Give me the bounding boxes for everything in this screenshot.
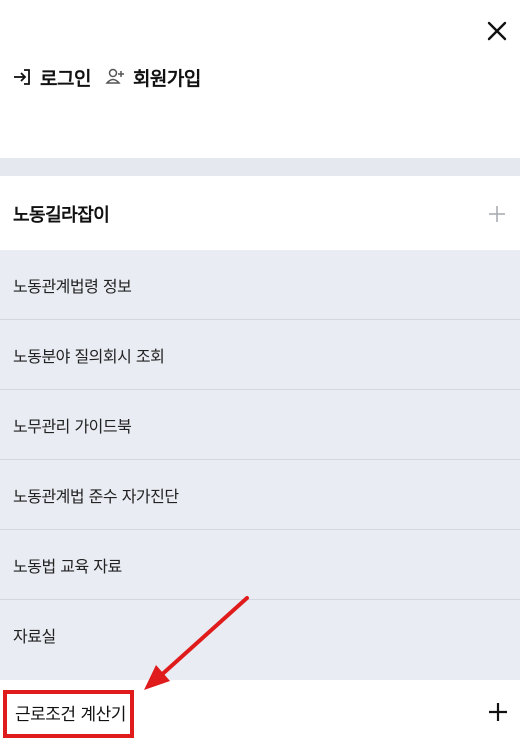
submenu-item-labor-law-info[interactable]: 노동관계법령 정보 [0,250,520,320]
submenu-item-education[interactable]: 노동법 교육 자료 [0,530,520,600]
submenu-item-label: 자료실 [13,627,56,646]
submenu-item-label: 노동관계법 준수 자가진단 [13,486,179,506]
auth-links: 로그인 회원가입 [12,62,215,92]
submenu-item-guidebook[interactable]: 노무관리 가이드북 [0,390,520,460]
submenu-list: 노동관계법령 정보 노동분야 질의회시 조회 노무관리 가이드북 노동관계법 준… [0,250,520,680]
menu-section-title: 노동길라잡이 [13,205,110,226]
signup-link[interactable]: 회원가입 [105,64,201,91]
mobile-menu-panel: 로그인 회원가입 노동길라잡이 노동관계법령 정보 노동분야 질의회시 조회 노… [0,0,520,742]
submenu-item-archive[interactable]: 자료실 [0,600,520,670]
submenu-item-label: 노동관계법령 정보 [13,276,132,296]
submenu-item-self-check[interactable]: 노동관계법 준수 자가진단 [0,460,520,530]
plus-icon[interactable] [487,701,509,723]
signup-label: 회원가입 [132,67,201,90]
close-icon [487,21,507,41]
submenu-item-qa-lookup[interactable]: 노동분야 질의회시 조회 [0,320,520,390]
submenu-item-label: 노동분야 질의회시 조회 [13,346,165,366]
submenu-item-label: 노무관리 가이드북 [13,416,132,436]
highlight-box [3,690,134,738]
login-label: 로그인 [40,67,91,90]
user-plus-icon [105,67,125,87]
plus-icon[interactable] [486,203,508,225]
login-link[interactable]: 로그인 [12,64,91,91]
submenu-item-label: 노동법 교육 자료 [13,556,122,576]
section-divider [0,158,520,176]
menu-section-labor-guide[interactable]: 노동길라잡이 [0,178,520,250]
close-button[interactable] [484,18,510,44]
login-arrow-icon [12,67,32,87]
